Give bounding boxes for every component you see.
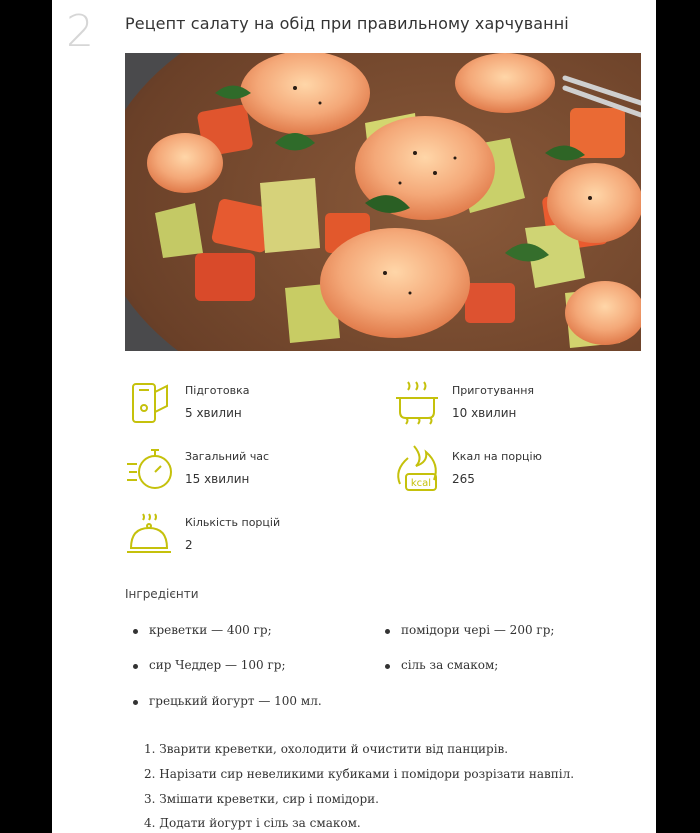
info-value: 5 хвилин	[185, 406, 242, 420]
ingredient-item: грецький йогурт — 100 мл.	[133, 694, 322, 708]
info-label: Ккал на порцію	[452, 450, 542, 463]
info-cook: Приготування 10 хвилин	[392, 378, 632, 428]
kcal-flame-icon: kcal	[392, 444, 442, 494]
recipe-title: Рецепт салату на обід при правильному ха…	[125, 14, 569, 33]
info-label: Приготування	[452, 384, 535, 397]
step-item: 4. Додати йогурт і сіль за смаком.	[144, 816, 361, 830]
ingredient-item: сир Чеддер — 100 гр;	[133, 658, 286, 672]
info-total: Загальний час 15 хвилин	[125, 444, 365, 494]
info-servings: Кількість порцій 2	[125, 510, 365, 560]
info-prep: Підготовка 5 хвилин	[125, 378, 365, 428]
info-value: 265	[452, 472, 475, 486]
cooking-pot-icon	[392, 378, 442, 428]
step-item: 1. Зварити креветки, охолодити й очистит…	[144, 742, 509, 756]
svg-text:kcal: kcal	[411, 478, 431, 489]
info-label: Загальний час	[185, 450, 270, 463]
info-value: 10 хвилин	[452, 406, 517, 420]
info-kcal: kcal Ккал на порцію 265	[392, 444, 632, 494]
stopwatch-icon	[125, 444, 175, 494]
salad-photo	[125, 53, 641, 351]
info-value: 2	[185, 538, 193, 552]
ingredient-item: сіль за смаком;	[384, 658, 499, 672]
ingredient-item: креветки — 400 гр;	[133, 623, 272, 637]
cloche-icon	[125, 510, 175, 560]
step-item: 3. Змішати креветки, сир і помідори.	[144, 792, 379, 806]
ingredients-heading: Інгредієнти	[125, 587, 199, 601]
prep-board-icon	[125, 378, 175, 428]
info-label: Кількість порцій	[185, 516, 281, 529]
step-number: 2	[66, 6, 94, 57]
step-item: 2. Нарізати сир невеликими кубиками і по…	[144, 767, 575, 781]
info-value: 15 хвилин	[185, 472, 250, 486]
ingredient-item: помідори чері — 200 гр;	[384, 623, 555, 637]
info-label: Підготовка	[185, 384, 250, 397]
